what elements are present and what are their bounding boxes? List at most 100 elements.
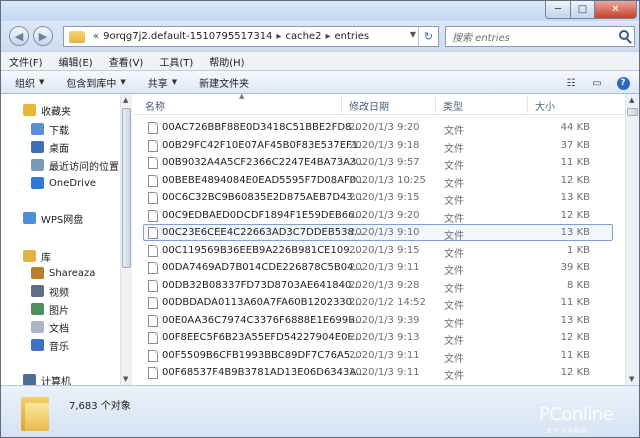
scroll-down-icon[interactable]: ▼ xyxy=(123,375,128,383)
file-name: 00E0AA36C7974C3376F6888E1E699B... xyxy=(162,314,365,326)
file-type: 文件 xyxy=(444,196,464,207)
share-label: 共享 xyxy=(147,78,168,90)
file-type: 文件 xyxy=(444,213,464,225)
menu-edit[interactable]: 编辑(E) xyxy=(59,54,93,69)
scroll-up-icon[interactable]: ▲ xyxy=(629,96,634,104)
column-divider[interactable] xyxy=(341,96,342,113)
file-size: 13 KB xyxy=(560,192,590,203)
nav-item[interactable]: 收藏夹 xyxy=(23,101,71,119)
file-list: ▲ 名称 修改日期 类型 大小 00AC726BBF88E0D3418C51BB… xyxy=(133,94,629,385)
file-row[interactable]: 00DA7469AD7B014CDE226878C5B04... 2020/1/3… xyxy=(143,259,613,277)
menu-bar: 文件(F) 编辑(E) 查看(V) 工具(T) 帮助(H) xyxy=(1,51,639,70)
file-row[interactable]: 00AC726BBF88E0D3418C51BBE2FD8... 2020/1/3… xyxy=(143,119,613,137)
breadcrumb-segment[interactable]: cache2 xyxy=(285,31,321,42)
breadcrumb-chevron-icon[interactable]: ▸ xyxy=(276,31,281,42)
file-icon xyxy=(148,297,158,309)
navigation-bar: ◀ ▶ « 9orqg7j2.default-1510795517314 ▸ c… xyxy=(1,21,639,51)
file-row[interactable]: 00B29FC42F10E07AF45B0F83E537EF1... 2020/1… xyxy=(143,137,613,155)
file-modified: 2020/1/3 9:11 xyxy=(349,349,420,361)
file-row[interactable]: 00F68537F4B9B3781AD13E06D6343A... 2020/1/… xyxy=(143,364,613,382)
dropdown-caret-icon: ▼ xyxy=(120,78,126,86)
file-type: 文件 xyxy=(444,248,464,260)
file-size: 13 KB xyxy=(560,314,590,326)
nav-item[interactable]: OneDrive xyxy=(31,174,96,192)
address-dropdown-icon[interactable]: ▼ xyxy=(410,30,416,39)
file-row[interactable]: 00C9EDBAED0DCDF1894F1E59DEB66... 2020/1/3… xyxy=(143,207,613,225)
nav-item[interactable]: 桌面 xyxy=(31,138,69,156)
nav-item[interactable]: 最近访问的位置 xyxy=(31,156,119,174)
new-folder-button[interactable]: 新建文件夹 xyxy=(199,75,249,90)
breadcrumb-segment[interactable]: 9orqg7j2.default-1510795517314 xyxy=(103,31,272,42)
nav-item-label: OneDrive xyxy=(49,177,97,189)
file-row[interactable]: 00E0AA36C7974C3376F6888E1E699B... 2020/1/… xyxy=(143,312,613,330)
search-box[interactable]: 搜索 entries xyxy=(445,26,635,47)
menu-file[interactable]: 文件(F) xyxy=(9,54,43,69)
column-divider[interactable] xyxy=(435,96,436,113)
nav-item-label: 收藏夹 xyxy=(41,106,71,118)
refresh-button[interactable]: ↻ xyxy=(418,27,438,46)
column-name[interactable]: 名称 xyxy=(145,98,165,113)
back-button[interactable]: ◀ xyxy=(9,26,29,46)
nav-item[interactable]: 视频 xyxy=(31,282,69,300)
column-modified[interactable]: 修改日期 xyxy=(349,98,389,113)
column-type[interactable]: 类型 xyxy=(443,98,463,113)
breadcrumb-overflow-icon[interactable]: « xyxy=(93,31,99,42)
video-library-icon xyxy=(31,285,44,297)
onedrive-icon xyxy=(31,177,44,189)
scroll-down-icon[interactable]: ▼ xyxy=(629,375,634,383)
forward-arrow-icon: ▶ xyxy=(38,29,48,43)
file-name: 00C119569B36EEB9A226B981CE109... xyxy=(162,244,360,256)
menu-view[interactable]: 查看(V) xyxy=(109,54,144,69)
nav-item[interactable]: 图片 xyxy=(31,300,69,318)
include-in-library-button[interactable]: 包含到库中 ▼ xyxy=(66,75,125,90)
nav-item[interactable]: 库 xyxy=(23,247,51,265)
file-row[interactable]: 00F8EEC5F6B23A55EFD54227904E0F... 2020/1/… xyxy=(143,329,613,347)
organize-button[interactable]: 组织 ▼ xyxy=(15,75,44,90)
nav-item[interactable]: Shareaza xyxy=(31,264,95,282)
file-row[interactable]: 00F5509B6CFB1993BBC89DF7C76A5... 2020/1/3… xyxy=(143,347,613,365)
column-divider[interactable] xyxy=(527,96,528,113)
scrollbar-thumb[interactable] xyxy=(627,108,638,116)
close-button[interactable]: ✕ xyxy=(595,1,637,19)
file-row[interactable]: 00C6C32BC9B60835E2D875AEB7D43... 2020/1/3… xyxy=(143,189,613,207)
navigation-pane-scrollbar[interactable]: ▲ ▼ xyxy=(120,94,132,385)
file-row[interactable]: 00DB32B08337FD73D8703AE641840... 2020/1/3… xyxy=(143,277,613,295)
search-icon[interactable] xyxy=(619,30,629,40)
column-size[interactable]: 大小 xyxy=(535,98,555,113)
minimize-button[interactable]: ─ xyxy=(545,1,571,19)
watermark-logo: PConline xyxy=(539,404,614,425)
menu-help[interactable]: 帮助(H) xyxy=(209,54,244,69)
file-row[interactable]: 00C119569B36EEB9A226B981CE109... 2020/1/3… xyxy=(143,242,613,260)
help-button[interactable]: ? xyxy=(613,75,633,91)
file-row[interactable]: 00B9032A4A5CF2366C2247E4BA73A3... 2020/1/… xyxy=(143,154,613,172)
nav-item[interactable]: WPS网盘 xyxy=(23,209,83,227)
breadcrumb-segment[interactable]: entries xyxy=(334,31,369,42)
scrollbar-thumb[interactable] xyxy=(122,108,131,268)
breadcrumb-chevron-icon[interactable]: ▸ xyxy=(325,31,330,42)
file-size: 12 KB xyxy=(560,367,590,378)
file-list-scrollbar[interactable]: ▲ ▼ xyxy=(625,94,639,385)
nav-item-label: 最近访问的位置 xyxy=(49,161,119,173)
maximize-button[interactable]: □ xyxy=(571,1,595,19)
preview-pane-button[interactable]: ▭ xyxy=(587,75,607,91)
nav-item[interactable]: 文档 xyxy=(31,318,69,336)
file-modified: 2020/1/3 9:39 xyxy=(349,314,420,326)
documents-library-icon xyxy=(31,321,44,333)
recent-places-icon xyxy=(31,159,44,171)
menu-tools[interactable]: 工具(T) xyxy=(159,54,193,69)
change-view-button[interactable]: ☷ xyxy=(561,75,581,91)
address-bar[interactable]: « 9orqg7j2.default-1510795517314 ▸ cache… xyxy=(63,26,439,47)
forward-button[interactable]: ▶ xyxy=(33,26,53,46)
file-icon xyxy=(148,367,158,379)
nav-item[interactable]: 下载 xyxy=(31,120,69,138)
file-size: 8 KB xyxy=(567,279,590,291)
file-row[interactable]: 00BEBE4894084E0EAD5595F7D08AF0... 2020/1/… xyxy=(143,172,613,190)
share-button[interactable]: 共享 ▼ xyxy=(148,75,177,90)
file-modified: 2020/1/3 9:10 xyxy=(349,227,420,238)
file-modified: 2020/1/3 9:11 xyxy=(349,262,420,273)
nav-item[interactable]: 音乐 xyxy=(31,336,69,354)
organize-label: 组织 xyxy=(15,78,35,90)
file-row[interactable]: 00DBDADA0113A60A7FA60B1202330... 2020/1/2… xyxy=(143,294,613,312)
file-row[interactable]: 00C23E6CEE4C22663AD3C7DDEB538... 2020/1/3… xyxy=(143,224,613,242)
scroll-up-icon[interactable]: ▲ xyxy=(123,96,128,104)
